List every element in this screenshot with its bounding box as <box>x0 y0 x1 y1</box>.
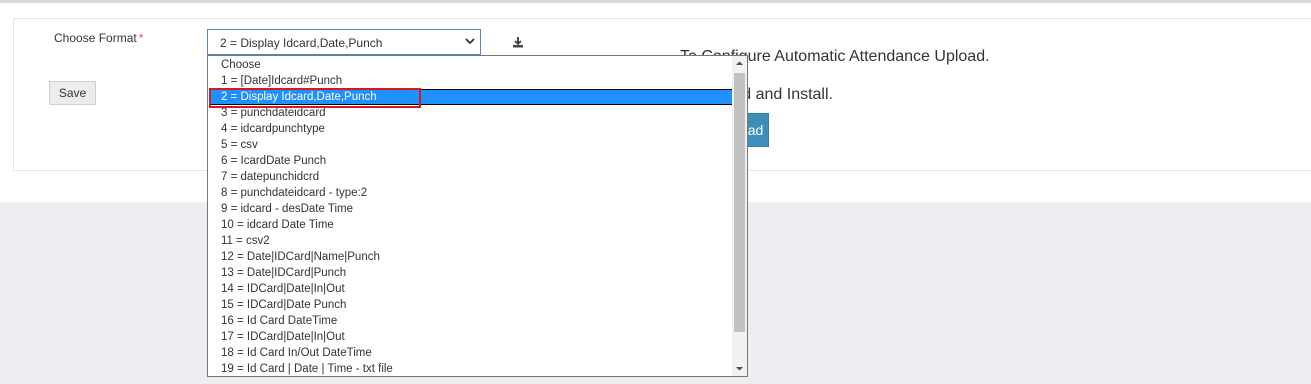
dropdown-option[interactable]: 5 = csv <box>209 137 733 153</box>
dropdown-scrollbar[interactable] <box>732 56 747 376</box>
dropdown-option[interactable]: Choose <box>209 57 733 73</box>
dropdown-option[interactable]: 12 = Date|IDCard|Name|Punch <box>209 249 733 265</box>
scrollbar-thumb[interactable] <box>734 73 745 332</box>
dropdown-option[interactable]: 15 = IDCard|Date Punch <box>209 297 733 313</box>
save-button[interactable]: Save <box>49 81 96 105</box>
dropdown-option-selected[interactable]: 2 = Display Idcard,Date,Punch <box>209 89 733 105</box>
dropdown-option[interactable]: 9 = idcard - desDate Time <box>209 201 733 217</box>
scroll-up-arrow-icon[interactable] <box>732 56 747 71</box>
dropdown-option[interactable]: 17 = IDCard|Date|In|Out <box>209 329 733 345</box>
choose-format-label: Choose Format * <box>54 31 143 45</box>
dropdown-option[interactable]: 14 = IDCard|Date|In|Out <box>209 281 733 297</box>
scroll-down-arrow-icon[interactable] <box>732 361 747 376</box>
format-select-value: 2 = Display Idcard,Date,Punch <box>220 36 383 50</box>
format-select[interactable]: 2 = Display Idcard,Date,Punch <box>207 29 481 55</box>
dropdown-option[interactable]: 7 = datepunchidcrd <box>209 169 733 185</box>
dropdown-option[interactable]: 13 = Date|IDCard|Punch <box>209 265 733 281</box>
dropdown-option[interactable]: 6 = IcardDate Punch <box>209 153 733 169</box>
dropdown-option[interactable]: 10 = idcard Date Time <box>209 217 733 233</box>
download-icon[interactable] <box>512 36 524 48</box>
required-mark: * <box>138 31 144 45</box>
dropdown-option[interactable]: 1 = [Date]Idcard#Punch <box>209 73 733 89</box>
format-dropdown-list[interactable]: Choose 1 = [Date]Idcard#Punch 2 = Displa… <box>207 55 748 377</box>
dropdown-option[interactable]: 11 = csv2 <box>209 233 733 249</box>
dropdown-option[interactable]: 4 = idcardpunchtype <box>209 121 733 137</box>
chevron-down-icon <box>465 38 475 45</box>
dropdown-option[interactable]: 18 = Id Card In/Out DateTime <box>209 345 733 361</box>
dropdown-option[interactable]: 3 = punchdateidcard <box>209 105 733 121</box>
dropdown-option[interactable]: 8 = punchdateidcard - type:2 <box>209 185 733 201</box>
dropdown-option[interactable]: 19 = Id Card | Date | Time - txt file <box>209 361 733 376</box>
dropdown-option[interactable]: 16 = Id Card DateTime <box>209 313 733 329</box>
choose-format-label-text: Choose Format <box>54 31 137 45</box>
